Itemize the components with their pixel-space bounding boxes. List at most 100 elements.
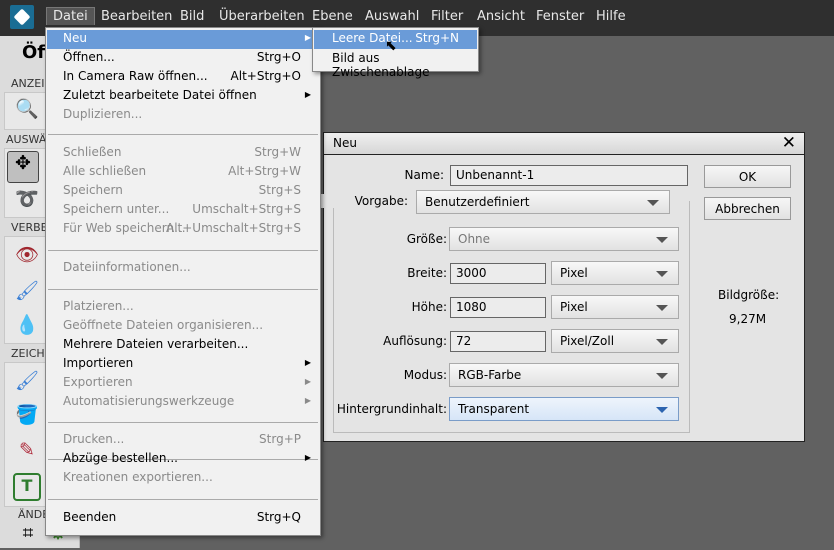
background-label: Hintergrundinhalt: [336, 402, 447, 416]
width-unit-select[interactable]: Pixel [551, 261, 679, 285]
size-label: Größe: [406, 232, 447, 246]
menu-item-label: Dateiinformationen... [63, 260, 191, 274]
menu-item[interactable]: Platzieren... [47, 298, 319, 317]
blur-tool-icon[interactable]: 💧 [13, 313, 41, 341]
menu-item[interactable]: Dateiinformationen... [47, 259, 319, 278]
menu-item[interactable]: Speichern unter... Umschalt+Strg+S [47, 201, 319, 220]
preset-select[interactable]: Benutzerdefiniert [416, 190, 670, 214]
chevron-down-icon [647, 200, 659, 206]
section-view: ANZEI [11, 77, 45, 90]
resolution-unit-select[interactable]: Pixel/Zoll [551, 329, 679, 353]
chevron-down-icon [656, 373, 668, 379]
menu-item[interactable]: Speichern Strg+S [47, 182, 319, 201]
name-input[interactable]: Unbenannt-1 [450, 165, 688, 186]
menu-item-label: Kreationen exportieren... [63, 470, 213, 484]
submenu-arrow-icon: ▶ [304, 358, 311, 367]
menu-item-label: Bild aus Zwischenablage [332, 51, 430, 79]
menu-item[interactable]: Abzüge bestellen... ▶ [47, 450, 319, 469]
menu-item-label: Speichern unter... [63, 202, 170, 216]
menu-item-label: Automatisierungswerkzeuge [63, 394, 235, 408]
menu-item[interactable]: Exportieren ▶ [47, 374, 319, 393]
menu-item-label: Neu [63, 31, 87, 45]
app-logo-icon [10, 5, 34, 29]
menu-item[interactable]: Mehrere Dateien verarbeiten... [47, 336, 319, 355]
menu-item-label: Leere Datei... [332, 31, 413, 45]
menu-auswahl[interactable]: Auswahl [359, 8, 425, 25]
menu-item[interactable]: Drucken... Strg+P [47, 431, 319, 450]
menu-item-shortcut: Alt+Strg+O [230, 69, 301, 83]
resolution-input[interactable]: 72 [450, 331, 546, 352]
height-unit-value: Pixel [560, 300, 588, 314]
submenu-arrow-icon: ▶ [304, 90, 311, 99]
zoom-tool-icon[interactable]: 🔍 [13, 97, 41, 125]
cancel-button[interactable]: Abbrechen [704, 197, 791, 220]
ok-button[interactable]: OK [704, 165, 791, 188]
menu-item[interactable]: Für Web speichern... Alt+Umschalt+Strg+S [47, 220, 319, 239]
menu-datei[interactable]: Datei [46, 7, 95, 25]
menu-item-shortcut: Strg+P [259, 432, 301, 446]
eyedropper-icon[interactable]: ✎ [13, 439, 41, 467]
menu-ansicht[interactable]: Ansicht [471, 8, 531, 25]
mode-select[interactable]: RGB-Farbe [449, 363, 679, 387]
move-tool-icon[interactable]: ✥ [7, 151, 39, 183]
menu-item-shortcut: Strg+W [254, 145, 301, 159]
menu-item-shortcut: Alt+Strg+W [228, 164, 301, 178]
menu-item[interactable]: Importieren ▶ [47, 355, 319, 374]
preset-value: Benutzerdefiniert [425, 195, 530, 209]
size-value: Ohne [458, 232, 491, 246]
paint-bucket-icon[interactable]: 🪣 [13, 403, 41, 431]
menu-item-label: Importieren [63, 356, 134, 370]
dialog-titlebar[interactable]: Neu ✕ [324, 133, 804, 155]
menu-item[interactable]: Öffnen... Strg+O [47, 49, 319, 68]
height-input[interactable]: 1080 [450, 297, 546, 318]
menu-item-label: Geöffnete Dateien organisieren... [63, 318, 264, 332]
menu-item[interactable]: Alle schließen Alt+Strg+W [47, 163, 319, 182]
name-label: Name: [404, 168, 444, 182]
file-menu: Neu ▶ Öffnen... Strg+O In Camera Raw öffnen.… [45, 27, 321, 536]
close-icon[interactable]: ✕ [782, 133, 796, 153]
brush-fix-tool-icon[interactable]: 🖌 [13, 279, 41, 307]
menu-fenster[interactable]: Fenster [530, 8, 590, 25]
chevron-down-icon [656, 407, 668, 413]
menu-item-shortcut: Strg+N [415, 31, 459, 45]
menu-item-label: Zuletzt bearbeitete Datei öffnen [63, 88, 257, 102]
menu-separator [48, 289, 318, 290]
menu-item[interactable]: Zuletzt bearbeitete Datei öffnen ▶ [47, 87, 319, 106]
crop-tool-icon[interactable]: ⌗ [14, 522, 42, 550]
text-tool-icon[interactable]: T [13, 473, 41, 501]
background-select[interactable]: Transparent [449, 397, 679, 421]
size-select[interactable]: Ohne [449, 227, 679, 251]
red-eye-tool-icon[interactable]: 👁 [13, 243, 41, 271]
width-unit-value: Pixel [560, 266, 588, 280]
menu-item-shortcut: Umschalt+Strg+S [192, 202, 301, 216]
menu-item[interactable]: Schließen Strg+W [47, 144, 319, 163]
menu-ebene[interactable]: Ebene [306, 8, 359, 25]
menu-item[interactable]: Geöffnete Dateien organisieren... [47, 317, 319, 336]
menu-item[interactable]: Kreationen exportieren... [47, 469, 319, 488]
menu-ueberarbeiten[interactable]: Überarbeiten [213, 8, 311, 25]
section-enhance: VERBE [11, 221, 48, 234]
menu-separator [48, 134, 318, 135]
resolution-label: Auflösung: [383, 334, 447, 348]
menu-hilfe[interactable]: Hilfe [590, 8, 632, 25]
menu-filter[interactable]: Filter [425, 8, 469, 25]
menu-item[interactable]: Neu ▶ [47, 30, 319, 49]
menu-item[interactable]: Duplizieren... [47, 106, 319, 125]
menu-bild[interactable]: Bild [174, 8, 210, 25]
chevron-down-icon [656, 271, 668, 277]
menu-bearbeiten[interactable]: Bearbeiten [95, 8, 178, 25]
lasso-tool-icon[interactable]: ➰ [13, 187, 41, 215]
height-label: Höhe: [411, 300, 447, 314]
chevron-down-icon [656, 305, 668, 311]
menu-item[interactable]: Automatisierungswerkzeuge ▶ [47, 393, 319, 412]
brush-tool-icon[interactable]: 🖌 [13, 369, 41, 397]
menu-item[interactable]: Beenden Strg+Q [47, 509, 319, 528]
chevron-down-icon [656, 237, 668, 243]
menu-item[interactable]: In Camera Raw öffnen... Alt+Strg+O [47, 68, 319, 87]
resolution-unit-value: Pixel/Zoll [560, 334, 615, 348]
height-unit-select[interactable]: Pixel [551, 295, 679, 319]
width-input[interactable]: 3000 [450, 263, 546, 284]
menu-item-label: Mehrere Dateien verarbeiten... [63, 337, 249, 351]
section-draw: ZEICH [11, 347, 45, 360]
menu-separator [48, 250, 318, 251]
